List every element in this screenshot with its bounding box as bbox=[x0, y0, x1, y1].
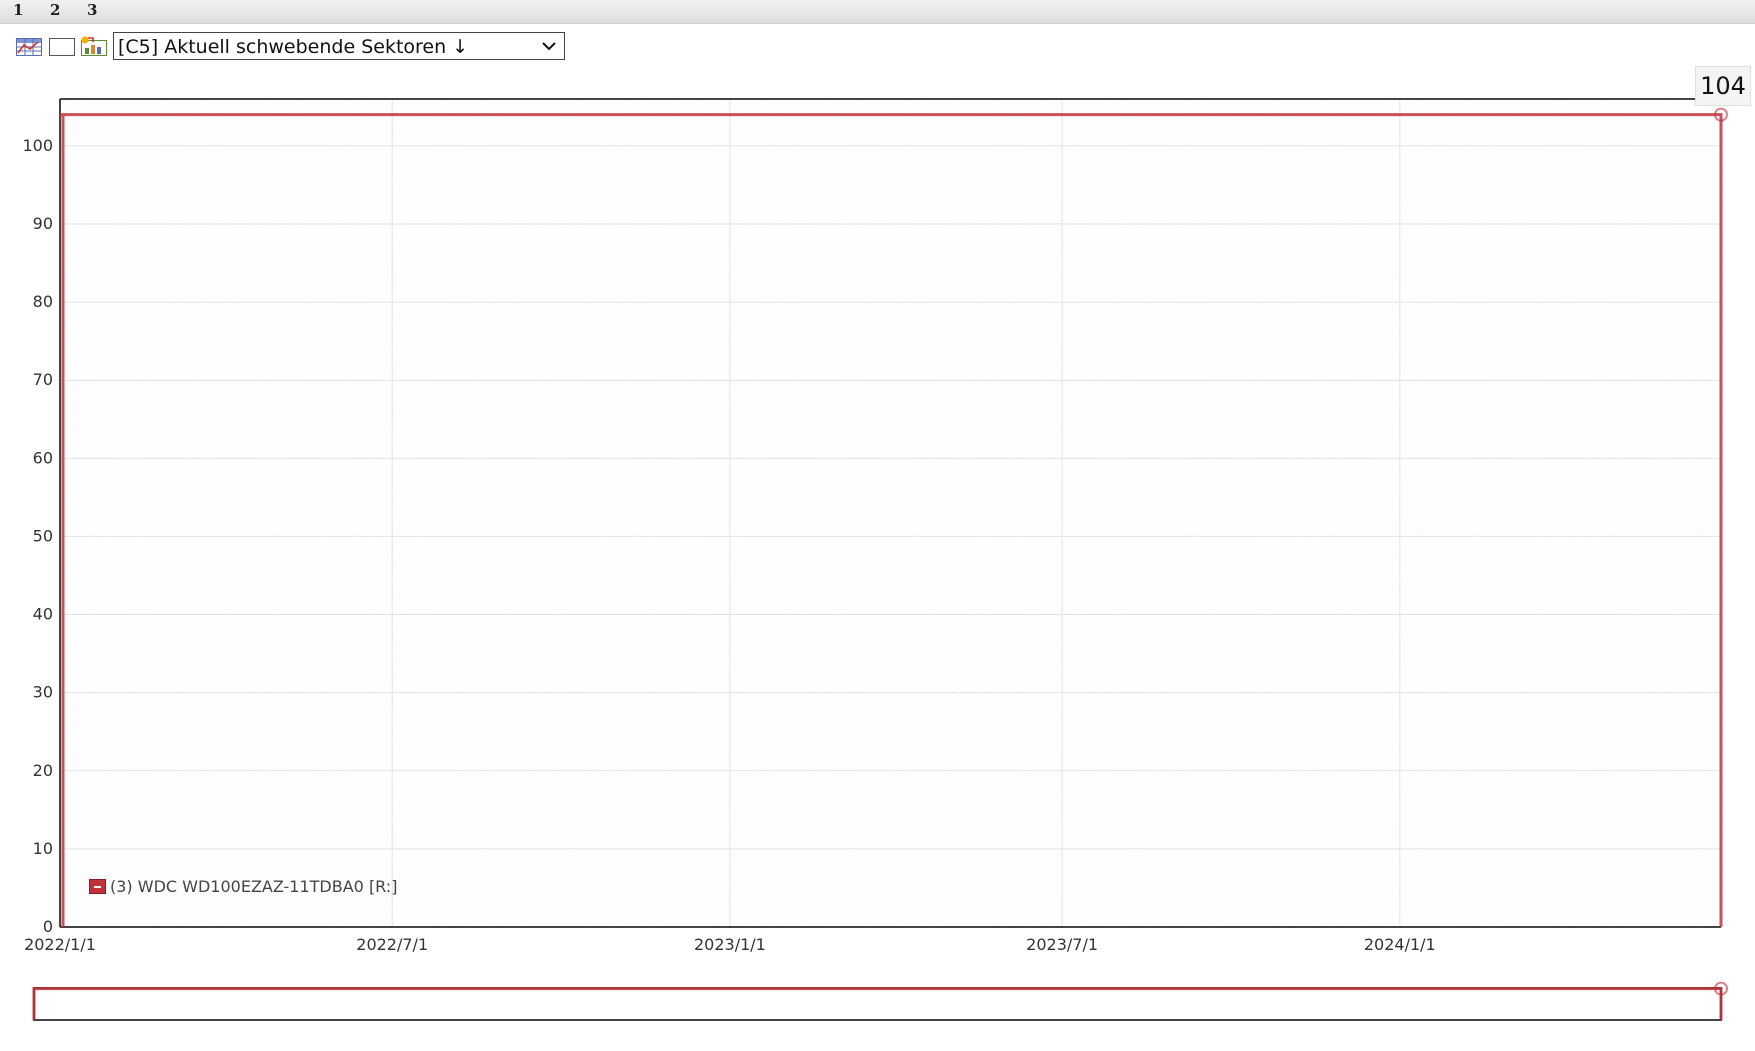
legend-swatch bbox=[89, 879, 106, 894]
range-navigator[interactable] bbox=[33, 987, 1722, 1021]
x-tick-label: 2022/7/1 bbox=[356, 935, 428, 954]
legend-label: (3) WDC WD100EZAZ-11TDBA0 [R:] bbox=[110, 877, 398, 896]
y-tick-label: 0 bbox=[43, 917, 53, 936]
x-tick-label: 2023/7/1 bbox=[1026, 935, 1098, 954]
legend-item[interactable]: (3) WDC WD100EZAZ-11TDBA0 [R:] bbox=[89, 877, 397, 899]
plot-background bbox=[60, 99, 1721, 927]
y-tick-label: 50 bbox=[33, 526, 53, 545]
x-tick-label: 2022/1/1 bbox=[24, 935, 96, 954]
y-tick-label: 60 bbox=[33, 448, 53, 467]
y-tick-label: 100 bbox=[22, 136, 53, 155]
y-axis-ticks: 0 10 20 30 40 50 60 70 80 90 100 bbox=[22, 136, 53, 936]
y-tick-label: 30 bbox=[33, 683, 53, 702]
x-tick-label: 2023/1/1 bbox=[694, 935, 766, 954]
y-tick-label: 10 bbox=[33, 839, 53, 858]
y-tick-label: 80 bbox=[33, 292, 53, 311]
value-tooltip: 104 bbox=[1695, 66, 1751, 106]
y-tick-label: 20 bbox=[33, 761, 53, 780]
y-tick-label: 40 bbox=[33, 605, 53, 624]
y-tick-label: 90 bbox=[33, 214, 53, 233]
y-tick-label: 70 bbox=[33, 370, 53, 389]
x-axis-ticks: 2022/1/1 2022/7/1 2023/1/1 2023/7/1 2024/1/1 bbox=[24, 935, 1436, 954]
x-tick-label: 2024/1/1 bbox=[1364, 935, 1436, 954]
